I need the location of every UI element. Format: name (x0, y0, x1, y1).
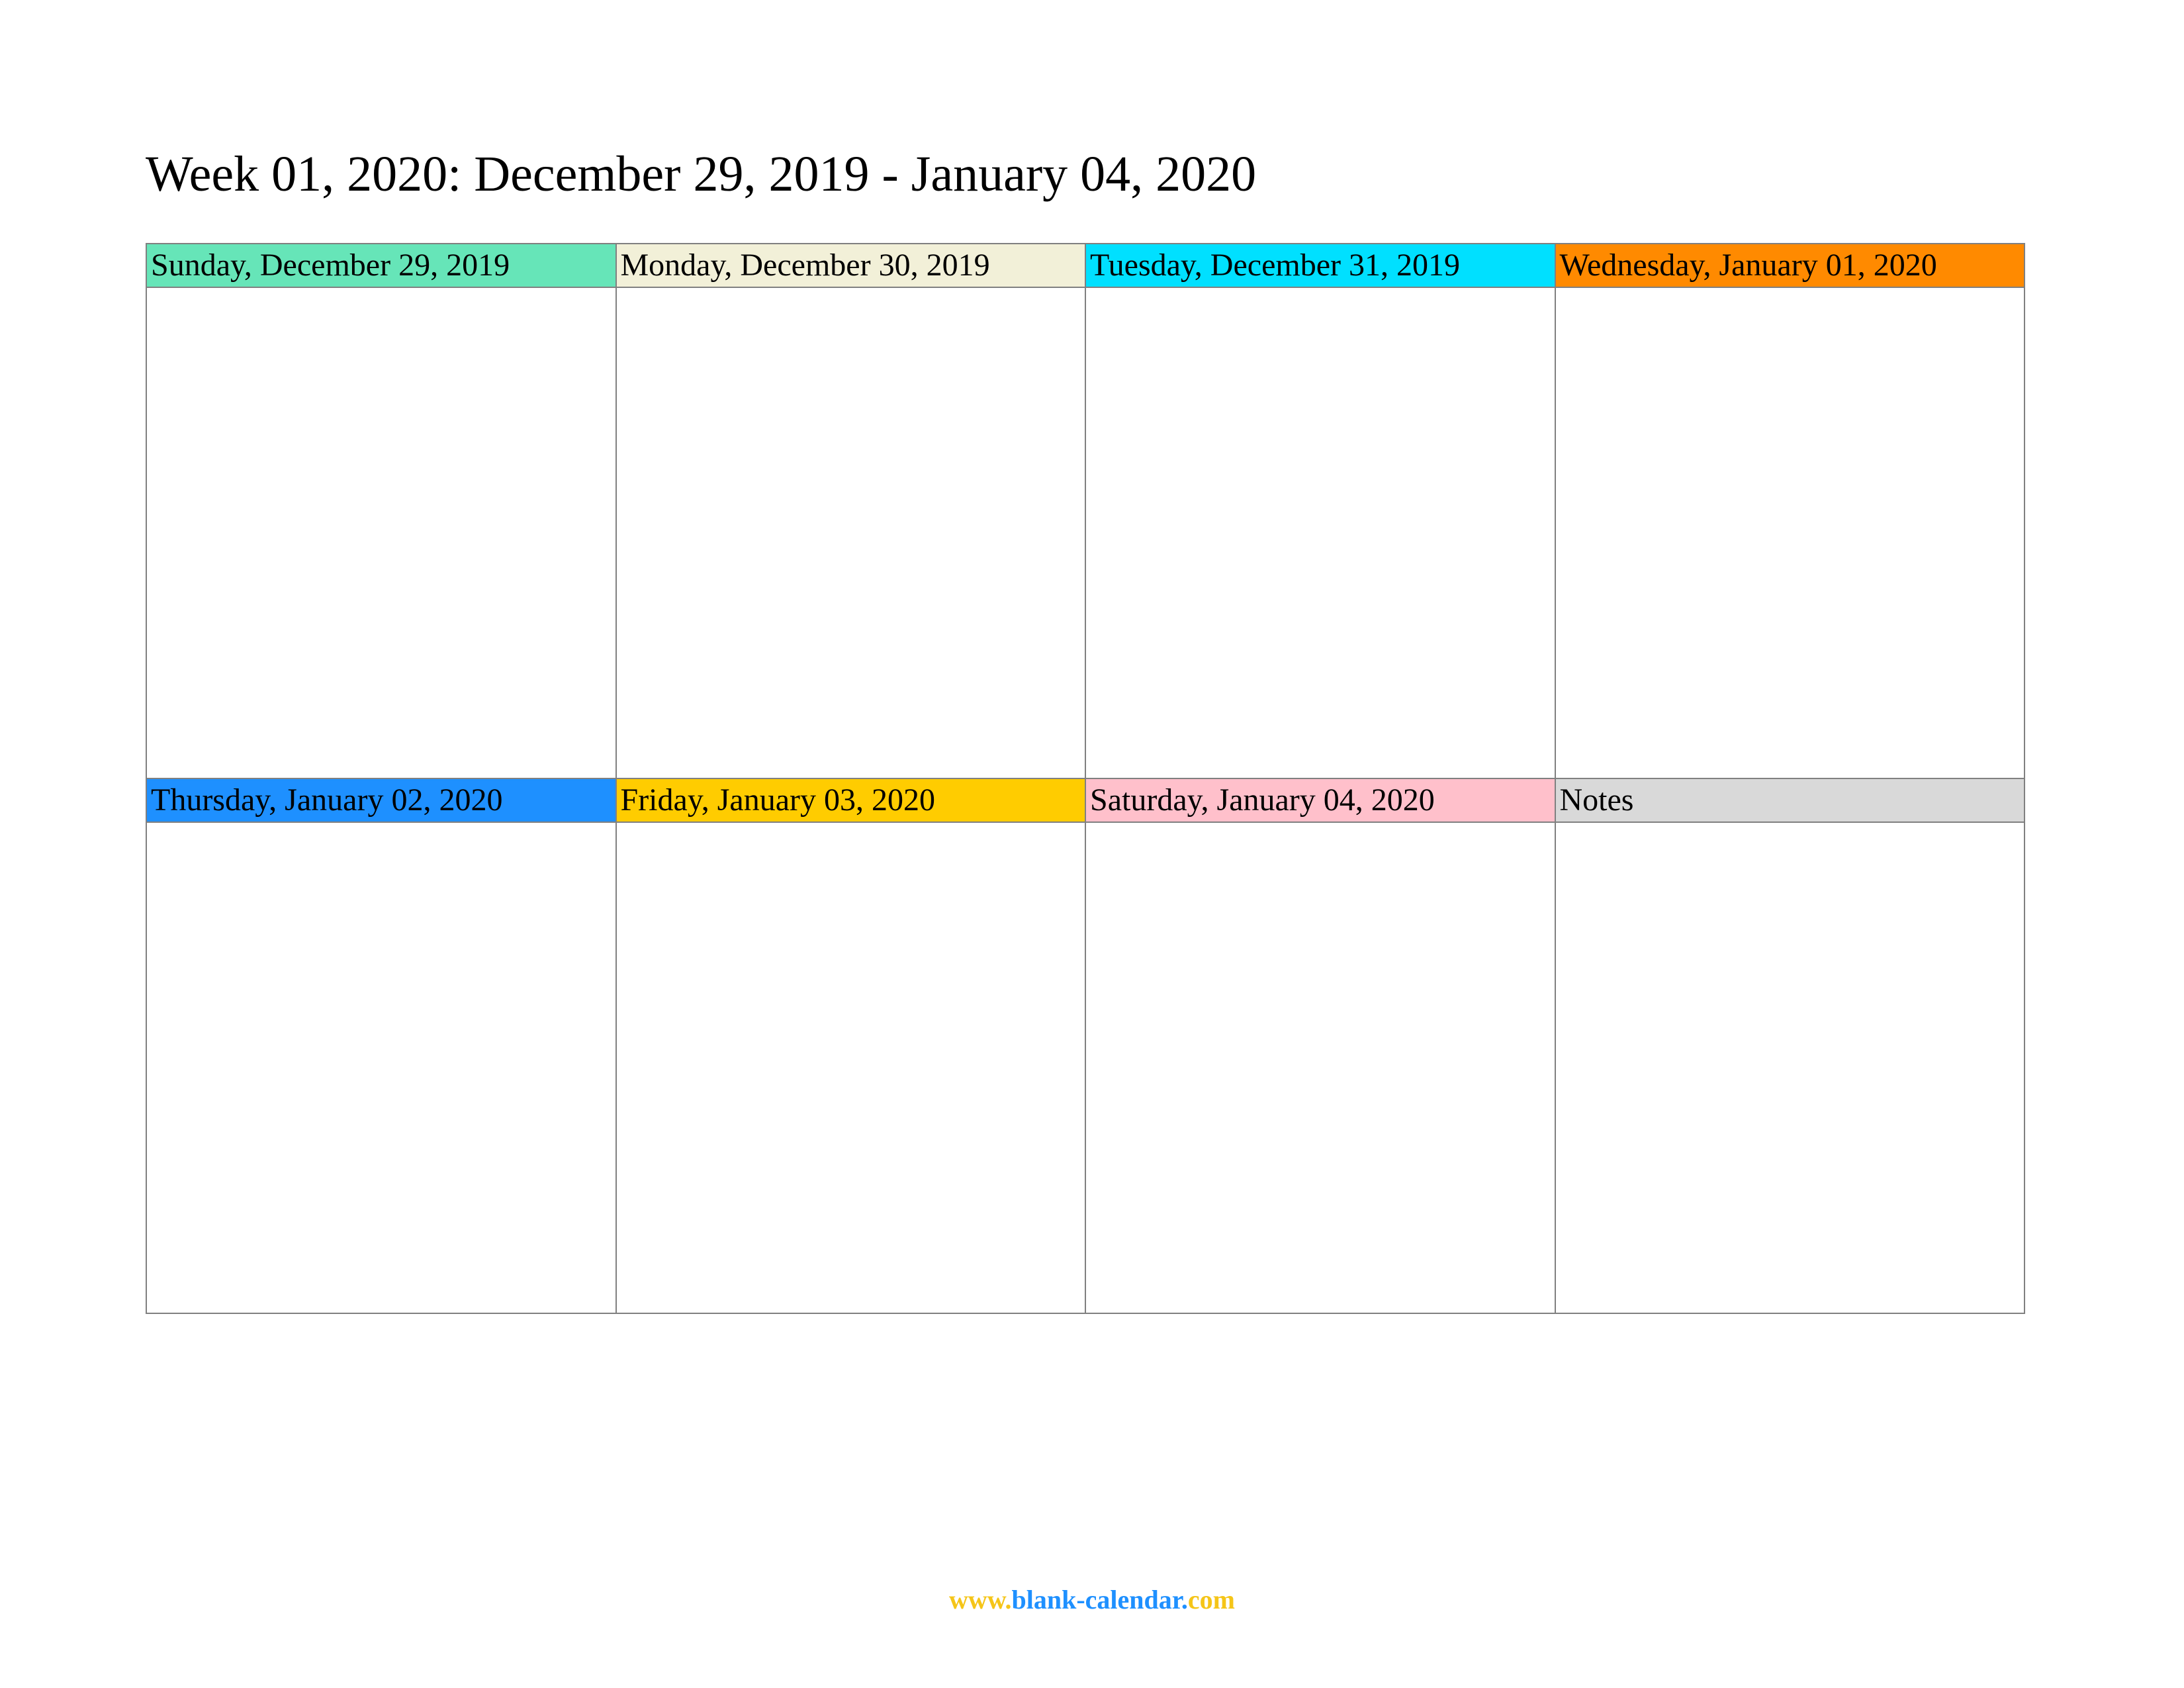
day-header-thursday: Thursday, January 02, 2020 (147, 779, 615, 823)
day-body-notes (1556, 823, 2025, 1313)
day-cell-wednesday: Wednesday, January 01, 2020 (1555, 244, 2025, 778)
day-header-sunday: Sunday, December 29, 2019 (147, 244, 615, 288)
day-body-thursday (147, 823, 615, 1313)
calendar-row-2: Thursday, January 02, 2020 Friday, Janua… (146, 778, 2025, 1313)
day-header-monday: Monday, December 30, 2019 (617, 244, 1085, 288)
day-cell-saturday: Saturday, January 04, 2020 (1085, 778, 1555, 1313)
day-cell-monday: Monday, December 30, 2019 (616, 244, 1086, 778)
calendar-row-1: Sunday, December 29, 2019 Monday, Decemb… (146, 244, 2025, 778)
day-header-wednesday: Wednesday, January 01, 2020 (1556, 244, 2025, 288)
day-body-friday (617, 823, 1085, 1313)
day-header-friday: Friday, January 03, 2020 (617, 779, 1085, 823)
page-title: Week 01, 2020: December 29, 2019 - Janua… (146, 146, 2025, 203)
day-header-tuesday: Tuesday, December 31, 2019 (1086, 244, 1555, 288)
day-cell-thursday: Thursday, January 02, 2020 (146, 778, 616, 1313)
day-header-saturday: Saturday, January 04, 2020 (1086, 779, 1555, 823)
footer-com: com (1188, 1585, 1235, 1615)
footer-mid: blank-calendar. (1012, 1585, 1188, 1615)
page-content: Week 01, 2020: December 29, 2019 - Janua… (146, 146, 2025, 1314)
day-body-saturday (1086, 823, 1555, 1313)
day-cell-friday: Friday, January 03, 2020 (616, 778, 1086, 1313)
day-body-tuesday (1086, 288, 1555, 778)
footer-www: www. (949, 1585, 1011, 1615)
day-body-monday (617, 288, 1085, 778)
footer-link[interactable]: www.blank-calendar.com (0, 1584, 2184, 1615)
calendar-table: Sunday, December 29, 2019 Monday, Decemb… (146, 243, 2025, 1314)
day-cell-notes: Notes (1555, 778, 2025, 1313)
day-cell-sunday: Sunday, December 29, 2019 (146, 244, 616, 778)
day-body-wednesday (1556, 288, 2025, 778)
day-header-notes: Notes (1556, 779, 2025, 823)
day-cell-tuesday: Tuesday, December 31, 2019 (1085, 244, 1555, 778)
day-body-sunday (147, 288, 615, 778)
